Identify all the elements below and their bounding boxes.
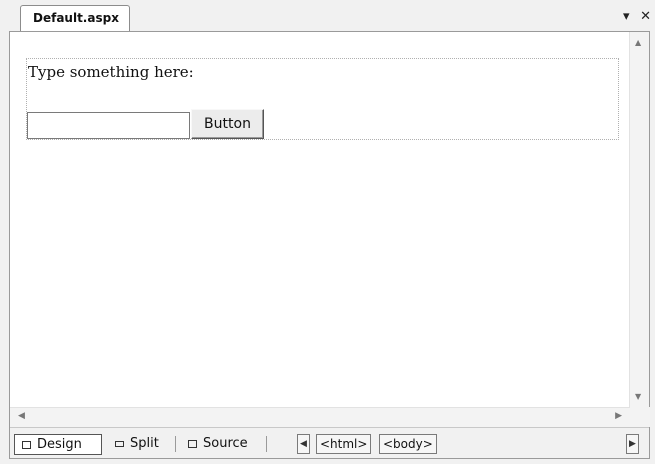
submit-button[interactable]: Button [191, 109, 264, 139]
tab-default-aspx[interactable]: Default.aspx [20, 5, 130, 31]
source-view-button[interactable]: Source [181, 434, 254, 455]
tag-html-button[interactable]: <html> [316, 434, 372, 454]
split-view-label: Split [130, 436, 159, 451]
vertical-scrollbar[interactable]: ▲ ▼ [629, 32, 649, 407]
prompt-label: Type something here: [28, 63, 194, 81]
source-icon [188, 440, 197, 448]
tag-nav-right-button[interactable]: ▶ [626, 434, 639, 454]
text-input[interactable] [27, 112, 190, 139]
document-tab-strip: Default.aspx ▾ ✕ [0, 0, 655, 31]
scroll-down-icon[interactable]: ▼ [635, 392, 641, 401]
window-position-dropdown-icon[interactable]: ▾ [623, 9, 630, 24]
view-separator [266, 436, 267, 452]
horizontal-scrollbar[interactable]: ◀ ▶ [10, 407, 630, 427]
close-icon[interactable]: ✕ [640, 9, 651, 24]
source-view-label: Source [203, 436, 248, 451]
tag-nav-left-button[interactable]: ◀ [297, 434, 310, 454]
designer-frame: Type something here: Button ▲ ▼ ◀ ▶ Desi… [9, 31, 650, 459]
tag-body-button[interactable]: <body> [379, 434, 437, 454]
view-bar: Design Split Source ◀ <html> <body> ▶ [10, 427, 649, 458]
design-icon [22, 441, 31, 449]
split-icon [115, 441, 124, 447]
scroll-right-icon[interactable]: ▶ [615, 411, 622, 421]
tab-window-controls: ▾ ✕ [617, 9, 651, 24]
scrollbar-corner [630, 407, 650, 427]
design-view-button[interactable]: Design [14, 434, 102, 455]
scroll-up-icon[interactable]: ▲ [635, 38, 641, 47]
view-separator [175, 436, 176, 452]
design-view-label: Design [37, 437, 82, 452]
split-view-button[interactable]: Split [108, 434, 165, 455]
scroll-left-icon[interactable]: ◀ [18, 411, 25, 421]
design-surface[interactable]: Type something here: Button [10, 32, 630, 407]
